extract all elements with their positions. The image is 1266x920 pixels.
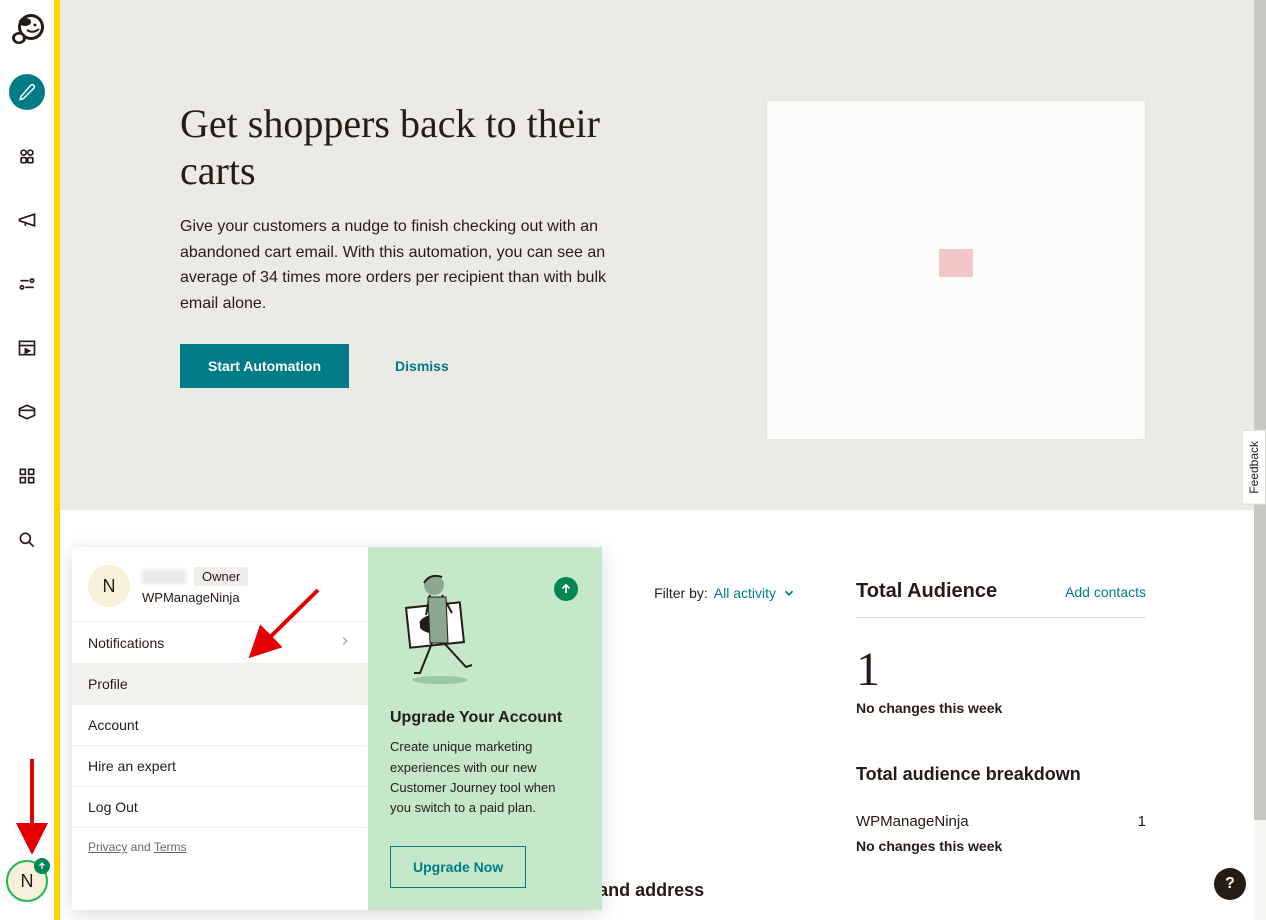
search-icon[interactable] — [9, 522, 45, 558]
menu-item-profile[interactable]: Profile — [72, 663, 368, 704]
create-icon[interactable] — [9, 74, 45, 110]
dismiss-button[interactable]: Dismiss — [389, 357, 455, 375]
upgrade-title: Upgrade Your Account — [390, 709, 580, 727]
hero-description: Give your customers a nudge to finish ch… — [180, 214, 630, 316]
popup-avatar: N — [88, 565, 130, 607]
audience-title: Total Audience — [856, 580, 997, 603]
filter-dropdown[interactable]: All activity — [714, 585, 796, 601]
user-role-badge: Owner — [194, 567, 248, 586]
arrow-up-icon — [554, 577, 578, 601]
audience-icon[interactable] — [9, 138, 45, 174]
scrollbar-thumb[interactable] — [1254, 0, 1266, 820]
breakdown-change: No changes this week — [856, 838, 1146, 854]
chevron-down-icon — [782, 586, 796, 600]
divider — [856, 617, 1146, 618]
integrations-icon[interactable] — [9, 458, 45, 494]
sidebar: N — [0, 0, 60, 920]
profile-popup: N Owner WPManageNinja Notifications Prof… — [72, 547, 602, 910]
chevron-right-icon — [338, 634, 352, 651]
upgrade-panel: Upgrade Your Account Create unique marke… — [368, 547, 602, 910]
menu-item-notifications[interactable]: Notifications — [72, 621, 368, 663]
campaigns-icon[interactable] — [9, 202, 45, 238]
arrow-up-icon — [34, 858, 50, 874]
website-icon[interactable] — [9, 330, 45, 366]
breakdown-name: WPManageNinja — [856, 813, 969, 830]
add-contacts-link[interactable]: Add contacts — [1065, 584, 1146, 600]
audience-count: 1 — [856, 646, 1146, 694]
avatar-letter: N — [21, 871, 34, 892]
menu-item-account[interactable]: Account — [72, 704, 368, 745]
breakdown-count: 1 — [1138, 813, 1146, 830]
breakdown-row: WPManageNinja 1 — [856, 813, 1146, 830]
automations-icon[interactable] — [9, 266, 45, 302]
terms-link[interactable]: Terms — [154, 840, 187, 854]
filter-label: Filter by: — [654, 585, 708, 601]
menu-item-hire-expert[interactable]: Hire an expert — [72, 745, 368, 786]
feedback-tab[interactable]: Feedback — [1243, 430, 1266, 505]
popup-footer: Privacy and Terms — [72, 827, 368, 866]
upgrade-illustration — [390, 565, 490, 685]
privacy-link[interactable]: Privacy — [88, 840, 127, 854]
hero-banner: Get shoppers back to their carts Give yo… — [60, 0, 1266, 510]
popup-header: N Owner WPManageNinja — [72, 547, 368, 621]
breakdown-title: Total audience breakdown — [856, 764, 1146, 785]
menu-item-logout[interactable]: Log Out — [72, 786, 368, 827]
audience-change: No changes this week — [856, 700, 1146, 716]
org-name: WPManageNinja — [142, 590, 248, 605]
user-name-redacted — [142, 570, 186, 584]
profile-avatar-button[interactable]: N — [6, 860, 48, 902]
content-icon[interactable] — [9, 394, 45, 430]
help-button[interactable]: ? — [1214, 868, 1246, 900]
activity-filter: Filter by: All activity — [654, 585, 796, 601]
mailchimp-logo[interactable] — [7, 10, 47, 50]
upgrade-now-button[interactable]: Upgrade Now — [390, 846, 526, 888]
hero-illustration-placeholder — [766, 100, 1146, 440]
hero-title: Get shoppers back to their carts — [180, 100, 680, 194]
upgrade-description: Create unique marketing experiences with… — [390, 737, 580, 818]
start-automation-button[interactable]: Start Automation — [180, 344, 349, 388]
